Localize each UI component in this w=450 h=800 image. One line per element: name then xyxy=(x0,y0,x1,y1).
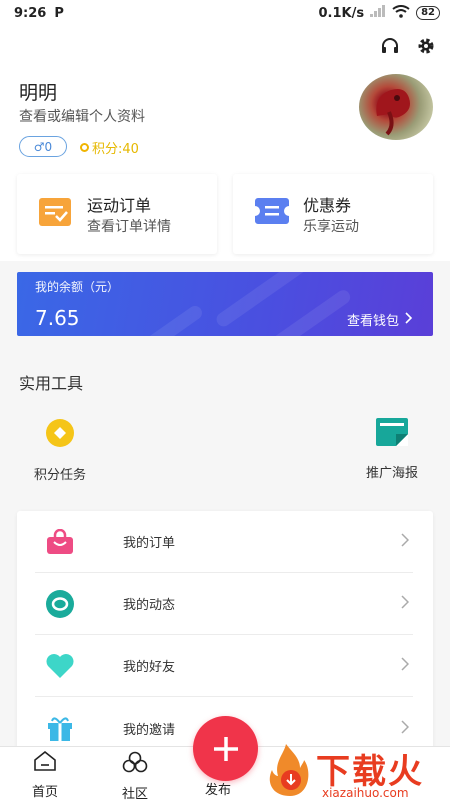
list-item-my-moments[interactable]: 我的动态 xyxy=(35,573,413,635)
nav-community-label: 社区 xyxy=(121,787,148,800)
chevron-right-icon xyxy=(405,311,413,328)
points-task-tool[interactable]: 积分任务 xyxy=(26,418,94,483)
community-icon xyxy=(122,751,148,777)
battery-indicator: 82 xyxy=(416,6,440,20)
top-actions xyxy=(380,36,436,56)
watermark-domain: xiazaihuo.com xyxy=(322,786,409,800)
flame-download-icon xyxy=(269,744,309,796)
sports-order-card[interactable]: 运动订单 查看订单详情 xyxy=(17,174,217,254)
chevron-right-icon xyxy=(401,594,410,613)
status-bar: 9:26 P 0.1K/s 82 xyxy=(0,0,450,26)
nav-community[interactable]: 社区 xyxy=(105,751,165,800)
points-task-label: 积分任务 xyxy=(33,468,86,483)
list-item-label: 我的订单 xyxy=(123,536,176,551)
promo-poster-label: 推广海报 xyxy=(365,466,418,481)
list-item-my-friends[interactable]: 我的好友 xyxy=(35,635,413,697)
nav-publish-label[interactable]: 发布 xyxy=(205,779,231,798)
username[interactable]: 明明 xyxy=(19,78,57,105)
view-wallet-label: 查看钱包 xyxy=(346,314,399,329)
headphones-icon[interactable] xyxy=(380,36,400,56)
shopping-bag-icon xyxy=(45,527,75,557)
heart-icon xyxy=(45,651,75,681)
signal-icon xyxy=(370,5,386,21)
status-time: 9:26 xyxy=(14,5,47,21)
gift-icon xyxy=(45,713,75,743)
tools-section-title: 实用工具 xyxy=(19,374,84,393)
list-item-label: 我的动态 xyxy=(123,598,176,613)
coupon-icon xyxy=(255,198,289,228)
menu-list: 我的订单 我的动态 我的好友 我的邀请 xyxy=(17,511,433,751)
list-item-label: 我的好友 xyxy=(123,660,176,675)
coin-icon xyxy=(80,143,89,152)
moments-icon xyxy=(45,589,75,619)
network-speed: 0.1K/s xyxy=(318,5,365,21)
plus-icon xyxy=(213,736,238,761)
chevron-right-icon xyxy=(401,656,410,675)
points-task-icon xyxy=(45,418,75,452)
avatar[interactable] xyxy=(359,74,433,140)
points-badge[interactable]: 积分:40 xyxy=(80,138,139,157)
card-title: 运动订单 xyxy=(87,196,152,215)
chevron-right-icon xyxy=(401,532,410,551)
status-right: 0.1K/s 82 xyxy=(318,4,440,22)
watermark-logo: 下载火 xiazaihuo.com xyxy=(264,742,450,800)
balance-amount: 7.65 xyxy=(35,306,80,330)
coupon-card[interactable]: 优惠券 乐享运动 xyxy=(233,174,433,254)
nav-home-label: 首页 xyxy=(31,785,58,800)
wifi-icon xyxy=(392,4,410,22)
list-item-label: 我的邀请 xyxy=(123,722,176,738)
card-subtitle: 查看订单详情 xyxy=(87,219,171,235)
home-icon xyxy=(33,750,57,775)
balance-label: 我的余额（元） xyxy=(35,280,120,294)
gender-badge: ♂0 xyxy=(19,136,67,157)
settings-gear-icon[interactable] xyxy=(416,36,436,56)
promo-poster-tool[interactable]: 推广海报 xyxy=(356,418,428,481)
balance-banner[interactable]: 我的余额（元） 7.65 查看钱包 xyxy=(17,272,433,336)
nav-home[interactable]: 首页 xyxy=(15,750,75,800)
chevron-right-icon xyxy=(401,719,410,738)
list-item-my-orders[interactable]: 我的订单 xyxy=(35,511,413,573)
edit-profile-link[interactable]: 查看或编辑个人资料 xyxy=(19,106,145,126)
card-title: 优惠券 xyxy=(303,196,352,215)
view-wallet-link[interactable]: 查看钱包 xyxy=(347,310,413,329)
poster-icon xyxy=(376,418,408,450)
points-label: 积分:40 xyxy=(92,142,139,157)
card-subtitle: 乐享运动 xyxy=(303,219,359,235)
app-notification-icon: P xyxy=(54,5,64,21)
publish-plus-button[interactable] xyxy=(193,716,258,781)
order-icon xyxy=(39,198,71,230)
